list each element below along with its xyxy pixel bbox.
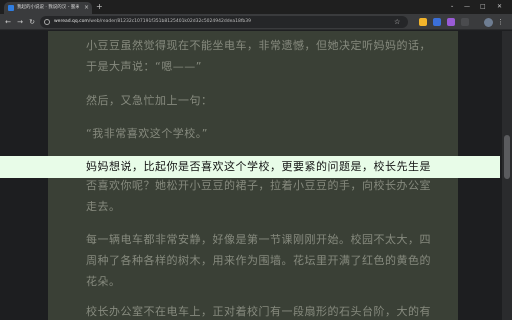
text-line: 花朵。 [86,275,121,288]
extensions-puzzle-icon[interactable] [461,18,469,26]
weread-favicon-icon [8,5,14,11]
tab-weread[interactable]: 我起的小说说 · 我说的汉 - 蜜米 × [4,2,92,14]
extension-blue-icon[interactable] [433,18,441,26]
bookmark-star-icon[interactable]: ☆ [394,16,400,28]
text-line: 每一辆电车都非常安静，好像是第一节课刚刚开始。校园不太大，四 [86,233,431,246]
highlighted-line-text: 妈妈想说，比起你是否喜欢这个学校，更要紧的问题是，校长先生是 [86,160,431,173]
url-path: /web/reader/81232c107191f351b8125401k02d… [88,19,251,24]
text-line: 校长办公室不在电车上，正对着校门有一段扇形的石头台阶，大的有 [86,305,431,318]
forward-button[interactable]: → [15,16,25,28]
browser-menu-icon[interactable]: ⋮ [497,16,504,28]
site-info-icon[interactable] [44,19,50,25]
text-line: 于是大声说：“嗯——” [86,60,202,73]
highlighted-line-bar[interactable]: 妈妈想说，比起你是否喜欢这个学校，更要紧的问题是，校长先生是 [0,156,500,178]
reader-viewport: 小豆豆虽然觉得现在不能坐电车，非常遗憾，但她决定听妈妈的话， 于是大声说：“嗯—… [0,31,512,320]
scroll-thumb[interactable] [504,135,510,179]
tab-title: 我起的小说说 · 我说的汉 - 蜜米 [17,5,79,10]
maximize-button[interactable]: □ [480,1,486,12]
extension-purple-icon[interactable] [447,18,455,26]
page-scrollbar[interactable] [502,31,512,320]
tab-bar: 我起的小说说 · 我说的汉 - 蜜米 × + ⌄ — □ ✕ [0,0,512,14]
tab-close-icon[interactable]: × [84,3,89,12]
text-line: 小豆豆虽然觉得现在不能坐电车，非常遗憾，但她决定听妈妈的话， [86,39,431,52]
extension-yellow-icon[interactable] [419,18,427,26]
text-line: 然后，又急忙加上一句： [86,94,213,107]
tab-search-icon[interactable]: ⌄ [450,2,454,11]
text-line: 否喜欢你呢？她松开小豆豆的裙子，拉着小豆豆的手，向校长办公室 [86,179,431,192]
text-line: 走去。 [86,200,121,213]
url-text: weread.qq.com/web/reader/81232c107191f35… [54,16,251,28]
text-line: 周种了各种各样的树木，用来作为围墙。花坛里开满了红色的黄色的 [86,254,431,267]
url-host: weread.qq.com [54,19,89,24]
address-bar[interactable]: weread.qq.com/web/reader/81232c107191f35… [40,16,408,28]
new-tab-button[interactable]: + [96,1,103,12]
back-button[interactable]: ← [3,16,13,28]
minimize-button[interactable]: — [464,1,470,12]
profile-avatar[interactable] [484,18,493,27]
reload-button[interactable]: ↻ [27,16,37,28]
close-window-button[interactable]: ✕ [497,1,502,12]
text-line: “我非常喜欢这个学校。” [86,127,208,140]
